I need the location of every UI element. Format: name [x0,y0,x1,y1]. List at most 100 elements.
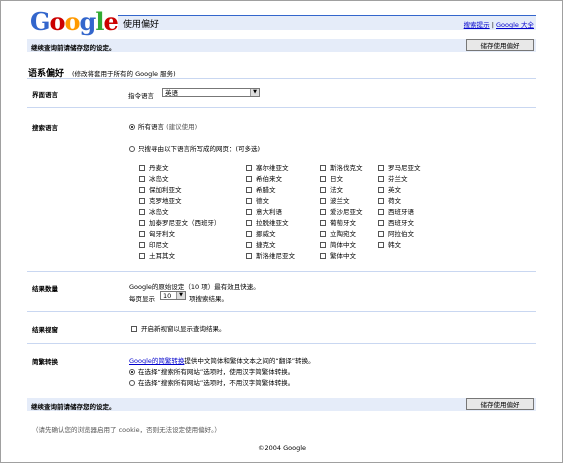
conversion-link[interactable]: Google的简繁转换 [129,357,184,365]
language-checkbox[interactable] [320,187,326,193]
language-option[interactable]: 挪威文 [246,228,276,238]
radio-conversion-off[interactable] [129,380,135,386]
language-checkbox[interactable] [378,187,384,193]
footer-copyright: ©2004 Google [258,444,307,452]
language-option[interactable]: 西班牙文 [378,217,414,227]
language-checkbox[interactable] [378,231,384,237]
language-option[interactable]: 克罗地亚文 [139,195,182,205]
language-checkbox[interactable] [139,165,145,171]
language-checkbox[interactable] [246,220,252,226]
language-option[interactable]: 希腊文 [246,184,276,194]
language-checkbox[interactable] [246,198,252,204]
language-label: 波兰文 [330,197,350,205]
language-checkbox[interactable] [246,176,252,182]
search-tips-link[interactable]: 搜索提示 [464,21,490,29]
save-preferences-button[interactable]: 储存使用偏好 [466,39,534,51]
results-per-page-select[interactable]: 10 ▼ [160,291,186,300]
new-window-checkbox[interactable] [131,326,137,332]
language-option[interactable]: 希伯来文 [246,173,282,183]
language-label: 冰岛文 [149,175,169,183]
language-checkbox[interactable] [320,220,326,226]
all-about-google-link[interactable]: Google 大全 [496,21,534,29]
language-checkbox[interactable] [378,242,384,248]
language-checkbox[interactable] [378,165,384,171]
language-checkbox[interactable] [139,220,145,226]
language-option[interactable]: 冰岛文 [139,206,169,216]
interface-language-select[interactable]: 英语 ▼ [162,88,260,97]
language-option[interactable]: 捷克文 [246,239,276,249]
language-checkbox[interactable] [320,231,326,237]
language-option[interactable]: 简体中文 [320,239,356,249]
language-option[interactable]: 波兰文 [320,195,350,205]
search-some-languages-option[interactable]: 只搜寻由以下语言所写成的网页：(可多选) [129,143,260,153]
language-option[interactable]: 西班牙语 [378,206,414,216]
save-reminder: 继续查询前请储存您的设定。 [31,403,116,411]
language-checkbox[interactable] [246,231,252,237]
language-option[interactable]: 繁体中文 [320,250,356,260]
language-option[interactable]: 加泰罗尼亚文（西班牙） [139,217,221,227]
language-option[interactable]: 印尼文 [139,239,169,249]
language-label: 印尼文 [149,241,169,249]
language-option[interactable]: 立陶宛文 [320,228,356,238]
language-checkbox[interactable] [139,187,145,193]
language-checkbox[interactable] [246,165,252,171]
language-checkbox[interactable] [320,176,326,182]
language-option[interactable]: 韩文 [378,239,401,249]
language-checkbox[interactable] [139,242,145,248]
radio-conversion-on[interactable] [129,369,135,375]
language-option[interactable]: 阿拉伯文 [378,228,414,238]
language-option[interactable]: 冰岛文 [139,173,169,183]
language-checkbox[interactable] [246,242,252,248]
radio-all-languages[interactable] [129,124,135,130]
language-option[interactable]: 葡萄牙文 [320,217,356,227]
top-save-bar: 继续查询前请储存您的设定。 储存使用偏好 [27,39,536,52]
language-checkbox[interactable] [378,198,384,204]
language-option[interactable]: 芬兰文 [378,173,408,183]
language-option[interactable]: 丹麦文 [139,162,169,172]
option-label: 在选择“搜索所有网站”选项时，使用汉字简繁体转换。 [138,368,295,376]
language-checkbox[interactable] [320,198,326,204]
conversion-option-off[interactable]: 在选择“搜索所有网站”选项时，不用汉字简繁体转换。 [129,377,294,387]
language-option[interactable]: 拉脱维亚文 [246,217,289,227]
language-checkbox[interactable] [378,220,384,226]
language-option[interactable]: 罗马尼亚文 [378,162,421,172]
language-option[interactable]: 土耳其文 [139,250,175,260]
language-option[interactable]: 法文 [320,184,343,194]
language-option[interactable]: 斯洛维尼亚文 [246,250,295,260]
language-option[interactable]: 日文 [320,173,343,183]
language-checkbox[interactable] [246,253,252,259]
google-logo[interactable]: Google [30,7,119,36]
language-checkbox[interactable] [378,209,384,215]
language-checkbox[interactable] [246,209,252,215]
option-label: 开启新视窗以显示查询结果。 [141,325,226,333]
language-checkbox[interactable] [246,187,252,193]
logo-letter: g [79,7,97,36]
language-checkbox[interactable] [320,165,326,171]
language-checkbox[interactable] [139,231,145,237]
language-label: 意大利语 [256,208,282,216]
conversion-option-on[interactable]: 在选择“搜索所有网站”选项时，使用汉字简繁体转换。 [129,366,294,376]
logo-letter: e [103,7,118,36]
radio-some-languages[interactable] [129,146,135,152]
new-window-option[interactable]: 开启新视窗以显示查询结果。 [131,323,226,333]
language-option[interactable]: 塞尔维亚文 [246,162,289,172]
language-checkbox[interactable] [139,209,145,215]
language-checkbox[interactable] [139,198,145,204]
language-option[interactable]: 英文 [378,184,401,194]
language-option[interactable]: 匈牙利文 [139,228,175,238]
language-label: 韩文 [388,241,401,249]
language-option[interactable]: 荷文 [378,195,401,205]
language-option[interactable]: 斯洛伐克文 [320,162,363,172]
language-checkbox[interactable] [320,209,326,215]
language-checkbox[interactable] [378,176,384,182]
language-checkbox[interactable] [139,176,145,182]
language-option[interactable]: 意大利语 [246,206,282,216]
language-checkbox[interactable] [320,242,326,248]
language-option[interactable]: 德文 [246,195,269,205]
language-option[interactable]: 爱沙尼亚文 [320,206,363,216]
language-checkbox[interactable] [139,253,145,259]
search-all-languages-option[interactable]: 所有语言 (建议使用) [129,121,197,131]
language-option[interactable]: 保加利亚文 [139,184,182,194]
save-preferences-button[interactable]: 储存使用偏好 [466,398,534,410]
language-checkbox[interactable] [320,253,326,259]
